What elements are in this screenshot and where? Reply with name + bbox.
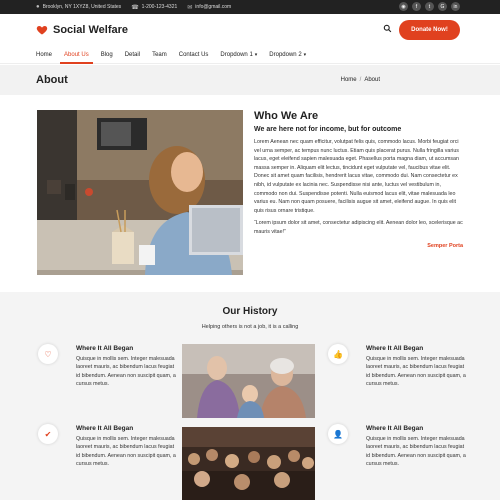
heart-outline-icon: ♡ xyxy=(38,344,58,364)
history-card-text: Quisque in mollis sem. Integer malesuada… xyxy=(366,436,466,467)
thumbs-up-icon: 👍 xyxy=(328,344,348,364)
brand-name: Social Welfare xyxy=(53,24,128,36)
history-card-title: Where It All Began xyxy=(76,345,134,352)
nav-item-detail[interactable]: Detail xyxy=(125,46,140,64)
history-card-text: Quisque in mollis sem. Integer malesuada… xyxy=(76,356,176,387)
history-card-text: Quisque in mollis sem. Integer malesuada… xyxy=(366,356,466,387)
heart-logo-icon xyxy=(36,26,48,35)
social-links: ◉ f t G in xyxy=(395,2,460,11)
brand-logo[interactable]: Social Welfare xyxy=(36,24,128,36)
about-section: Who We Are We are here not for income, b… xyxy=(37,110,463,280)
breadcrumb: Home / About xyxy=(341,77,380,83)
phone-text: 1-200-123-4321 xyxy=(141,4,178,10)
nav-item-dropdown-1[interactable]: Dropdown 1 ▾ xyxy=(220,46,257,64)
caret-down-icon: ▾ xyxy=(303,51,307,58)
top-info-bar: ● Brooklyn, NY 1XYZ8, United States ☎ 1-… xyxy=(0,0,500,14)
about-subheading: We are here not for income, but for outc… xyxy=(254,126,402,133)
nav-item-blog[interactable]: Blog xyxy=(101,46,113,64)
breadcrumb-current: About xyxy=(364,77,380,83)
user-plus-icon: 👤 xyxy=(328,424,348,444)
breadcrumb-home[interactable]: Home xyxy=(341,77,357,83)
history-card-text: Quisque in mollis sem. Integer malesuada… xyxy=(76,436,176,467)
history-card-title: Where It All Began xyxy=(366,425,424,432)
twitter-icon[interactable]: t xyxy=(425,2,434,11)
check-icon: ✔ xyxy=(38,424,58,444)
woman-laptop-photo xyxy=(37,110,243,275)
nav-item-about-us[interactable]: About Us xyxy=(60,46,93,64)
nav-item-team[interactable]: Team xyxy=(152,46,167,64)
rss-icon[interactable]: ◉ xyxy=(399,2,408,11)
page-title-bar: About Home / About xyxy=(0,65,500,95)
history-card-title: Where It All Began xyxy=(76,425,134,432)
phone-info[interactable]: ☎ 1-200-123-4321 xyxy=(131,4,177,11)
history-section: Our History Helping others is not a job,… xyxy=(0,292,500,500)
nav-item-contact-us[interactable]: Contact Us xyxy=(179,46,209,64)
nav-item-dropdown-2[interactable]: Dropdown 2 ▾ xyxy=(269,46,306,64)
email-text: info@gmail.com xyxy=(195,4,232,10)
map-pin-icon: ● xyxy=(36,4,40,10)
nav-label-dropdown-2: Dropdown 2 xyxy=(269,51,302,58)
page-title: About xyxy=(36,74,68,86)
nav-label-dropdown-1: Dropdown 1 xyxy=(220,51,253,58)
email-info[interactable]: ✉ info@gmail.com xyxy=(187,4,231,11)
about-body: Lorem Aenean nec quam efficitur, volutpa… xyxy=(254,139,459,214)
caret-down-icon: ▾ xyxy=(254,51,258,58)
facebook-icon[interactable]: f xyxy=(412,2,421,11)
history-heading: Our History xyxy=(222,306,278,317)
quote-author: Semper Porta xyxy=(427,242,463,249)
address-info: ● Brooklyn, NY 1XYZ8, United States xyxy=(36,4,121,10)
site-header: Social Welfare Donate Now! xyxy=(0,14,500,46)
crowd-photo xyxy=(182,427,315,500)
breadcrumb-separator: / xyxy=(359,77,362,83)
google-plus-icon[interactable]: G xyxy=(438,2,447,11)
about-heading: Who We Are xyxy=(254,110,319,122)
mail-icon: ✉ xyxy=(187,4,193,11)
phone-icon: ☎ xyxy=(131,4,139,11)
history-subheading: Helping others is not a job, it is a cal… xyxy=(201,324,299,330)
about-copy: Who We Are We are here not for income, b… xyxy=(254,110,463,249)
linkedin-icon[interactable]: in xyxy=(451,2,460,11)
donate-button[interactable]: Donate Now! xyxy=(399,20,460,40)
search-icon[interactable] xyxy=(383,24,392,35)
address-text: Brooklyn, NY 1XYZ8, United States xyxy=(42,4,122,10)
about-quote: “Lorem ipsum dolor sit amet, consectetur… xyxy=(254,220,463,235)
nav-item-home[interactable]: Home xyxy=(36,46,52,64)
family-photo xyxy=(182,344,315,418)
history-card-title: Where It All Began xyxy=(366,345,424,352)
main-nav: Home About Us Blog Detail Team Contact U… xyxy=(0,46,500,64)
